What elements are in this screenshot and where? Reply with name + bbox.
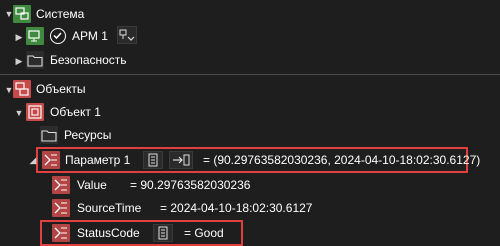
expand-chevron-security[interactable]: ▶ [14,56,24,66]
connect-button[interactable] [117,26,137,44]
value-property-icon [52,176,70,194]
write-value-button[interactable] [169,151,193,169]
tree-item-objects[interactable]: Объекты [36,82,86,96]
section-divider [0,74,500,75]
tree-item-statuscode[interactable]: StatusCode [77,226,140,240]
workstation-icon [26,27,44,45]
objects-icon [13,80,31,98]
statuscode-property-icon [52,224,70,242]
expand-chevron-param1[interactable]: ◢ [28,155,38,165]
statuscode-value: = Good [184,226,224,240]
value-value: = 90.29763582030236 [130,178,251,192]
object-icon [26,103,44,121]
tree-item-value[interactable]: Value [77,178,107,192]
tree-item-resources[interactable]: Ресурсы [64,128,111,142]
tree-item-param1[interactable]: Параметр 1 [65,153,130,167]
statuscode-properties-button[interactable] [153,224,173,242]
expand-chevron-object1[interactable]: ▼ [14,108,24,118]
tree-item-sourcetime[interactable]: SourceTime [77,201,141,215]
sourcetime-value: = 2024-04-10-18:02:30.6127 [160,201,313,215]
properties-button[interactable] [143,151,163,169]
tree-item-arm[interactable]: АРМ 1 [72,29,108,43]
sourcetime-property-icon [52,199,70,217]
parameter-icon [42,151,60,169]
tree-item-system[interactable]: Система [36,7,84,21]
tree-item-object1[interactable]: Объект 1 [50,105,101,119]
system-icon [13,5,31,23]
param1-value: = (90.29763582030236, 2024-04-10-18:02:3… [203,153,481,167]
folder-icon [26,51,44,69]
status-ok-icon [50,28,66,44]
expand-chevron-arm[interactable]: ▶ [14,32,24,42]
tree-item-security[interactable]: Безопасность [50,53,127,67]
resources-folder-icon [40,126,58,144]
